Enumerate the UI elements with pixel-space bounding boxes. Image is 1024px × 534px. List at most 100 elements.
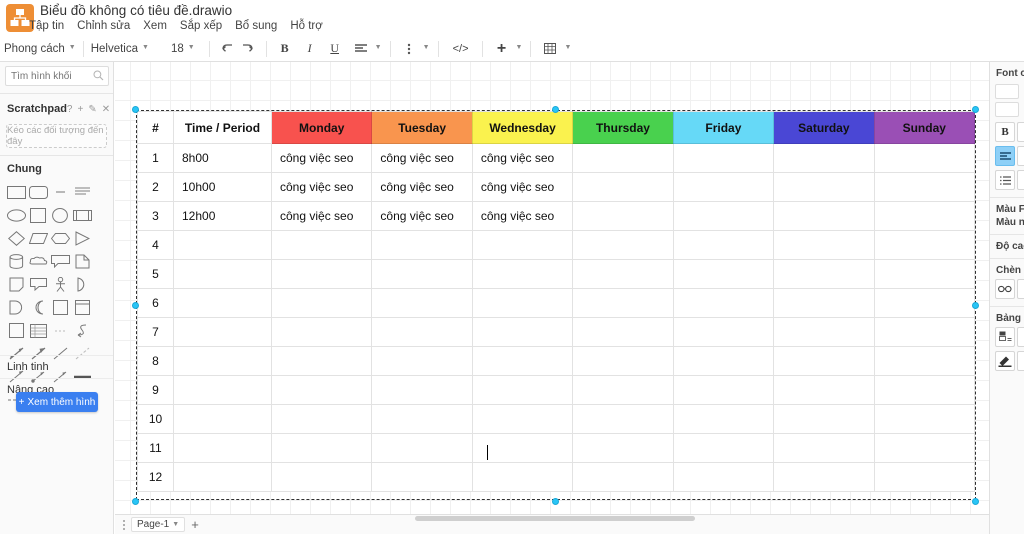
cell-friday[interactable]: [672, 201, 775, 231]
cell-thursday[interactable]: [572, 462, 674, 492]
cell-time[interactable]: [173, 375, 272, 405]
cell-thursday[interactable]: [572, 317, 674, 347]
resize-handle-bottom-left[interactable]: [132, 498, 139, 505]
text-align-icon[interactable]: [351, 39, 371, 59]
cell-saturday[interactable]: [773, 404, 875, 434]
column-header-saturday[interactable]: Saturday: [773, 111, 875, 144]
font-family-dropdown[interactable]: Helvetica ▼: [87, 39, 153, 59]
cell-monday[interactable]: công việc seo: [270, 201, 373, 231]
shape-d-shape[interactable]: [6, 298, 26, 317]
shape-textbox[interactable]: [72, 183, 92, 202]
cell-row-number[interactable]: 8: [137, 346, 174, 376]
column-header-monday[interactable]: Monday: [270, 111, 373, 144]
cell-tuesday[interactable]: [371, 404, 473, 434]
cell-row-number[interactable]: 9: [137, 375, 174, 405]
menu-item-edit[interactable]: Chỉnh sửa: [76, 20, 131, 32]
font-size-field[interactable]: [995, 102, 1019, 117]
add-icon[interactable]: +: [77, 104, 83, 115]
column-header-wednesday[interactable]: Wednesday: [471, 111, 574, 144]
table-row[interactable]: 10: [137, 404, 976, 434]
resize-handle-middle-right[interactable]: [972, 302, 979, 309]
horizontal-scrollbar[interactable]: [415, 516, 695, 521]
pen-icon[interactable]: [995, 351, 1015, 371]
cell-friday[interactable]: [672, 375, 775, 405]
table-row[interactable]: 4: [137, 230, 976, 260]
cell-tuesday[interactable]: [371, 259, 473, 289]
shape-square-3[interactable]: [6, 321, 26, 340]
cell-wednesday[interactable]: [471, 230, 574, 260]
cell-saturday[interactable]: [773, 259, 875, 289]
cell-time[interactable]: [173, 259, 272, 289]
shape-triangle[interactable]: [72, 229, 92, 248]
cell-row-number[interactable]: 7: [137, 317, 174, 347]
underline-icon[interactable]: U: [325, 39, 345, 59]
schedule-table[interactable]: # Time / Period Monday Tuesday Wednesday…: [137, 111, 976, 492]
cell-time[interactable]: [173, 404, 272, 434]
shape-ellipse[interactable]: [6, 206, 26, 225]
scratchpad-dropzone[interactable]: Kéo các đối tượng đến đây: [6, 124, 107, 148]
cell-wednesday[interactable]: [471, 375, 574, 405]
diagram-canvas[interactable]: # Time / Period Monday Tuesday Wednesday…: [115, 62, 989, 514]
cell-sunday[interactable]: [873, 404, 976, 434]
cell-tuesday[interactable]: công việc seo: [371, 143, 473, 173]
cell-saturday[interactable]: [773, 433, 875, 463]
cell-thursday[interactable]: [572, 375, 674, 405]
cell-tuesday[interactable]: [371, 230, 473, 260]
cell-friday[interactable]: [672, 346, 775, 376]
cell-sunday[interactable]: [873, 433, 976, 463]
cell-thursday[interactable]: [572, 259, 674, 289]
resize-handle-bottom-center[interactable]: [552, 498, 559, 505]
insert-row-icon[interactable]: [995, 327, 1015, 347]
cell-tuesday[interactable]: công việc seo: [371, 201, 473, 231]
shape-square[interactable]: [28, 206, 48, 225]
table-row[interactable]: 9: [137, 375, 976, 405]
cell-time[interactable]: [173, 433, 272, 463]
cell-thursday[interactable]: [572, 201, 674, 231]
cell-wednesday[interactable]: [471, 259, 574, 289]
cell-tuesday[interactable]: [371, 317, 473, 347]
shape-table[interactable]: [28, 321, 48, 340]
column-header-friday[interactable]: Friday: [672, 111, 775, 144]
resize-handle-top-center[interactable]: [552, 106, 559, 113]
cell-friday[interactable]: [672, 462, 775, 492]
table-row[interactable]: 8: [137, 346, 976, 376]
shape-speech-bubble[interactable]: [28, 275, 48, 294]
cell-time[interactable]: [173, 462, 272, 492]
cell-wednesday[interactable]: [471, 288, 574, 318]
italic-icon[interactable]: I: [300, 39, 320, 59]
cell-wednesday[interactable]: [471, 317, 574, 347]
menu-item-view[interactable]: Xem: [142, 20, 168, 32]
shape-crescent[interactable]: [28, 298, 48, 317]
cell-sunday[interactable]: [873, 143, 976, 173]
cell-wednesday[interactable]: công việc seo: [471, 143, 574, 173]
shape-curved-arrow[interactable]: [72, 321, 92, 340]
cell-saturday[interactable]: [773, 462, 875, 492]
cell-saturday[interactable]: [773, 143, 875, 173]
cell-saturday[interactable]: [773, 375, 875, 405]
shape-cloud[interactable]: [28, 252, 48, 271]
cell-monday[interactable]: [270, 230, 373, 260]
cell-friday[interactable]: [672, 288, 775, 318]
shape-diamond[interactable]: [6, 229, 26, 248]
cell-sunday[interactable]: [873, 230, 976, 260]
cell-row-number[interactable]: 10: [137, 404, 174, 434]
shape-parallelogram[interactable]: [28, 229, 48, 248]
cell-saturday[interactable]: [773, 317, 875, 347]
shape-process[interactable]: [72, 206, 92, 225]
shape-circle[interactable]: [50, 206, 70, 225]
more-shapes-button[interactable]: + Xem thêm hình: [16, 392, 98, 412]
cell-sunday[interactable]: [873, 346, 976, 376]
vertical-align-icon[interactable]: [399, 39, 419, 59]
cell-wednesday[interactable]: [471, 346, 574, 376]
cell-time[interactable]: 10h00: [173, 172, 272, 202]
cell-saturday[interactable]: [773, 172, 875, 202]
image-button[interactable]: [1017, 279, 1024, 299]
italic-button[interactable]: [1017, 122, 1024, 142]
cell-monday[interactable]: [270, 462, 373, 492]
table-row[interactable]: 3 12h00 công việc seo công việc seo công việ…: [137, 201, 976, 231]
column-header-num[interactable]: #: [137, 111, 174, 144]
shape-square-2[interactable]: [50, 298, 70, 317]
table-row[interactable]: 6: [137, 288, 976, 318]
cell-row-number[interactable]: 12: [137, 462, 174, 492]
shape-note[interactable]: [6, 275, 26, 294]
